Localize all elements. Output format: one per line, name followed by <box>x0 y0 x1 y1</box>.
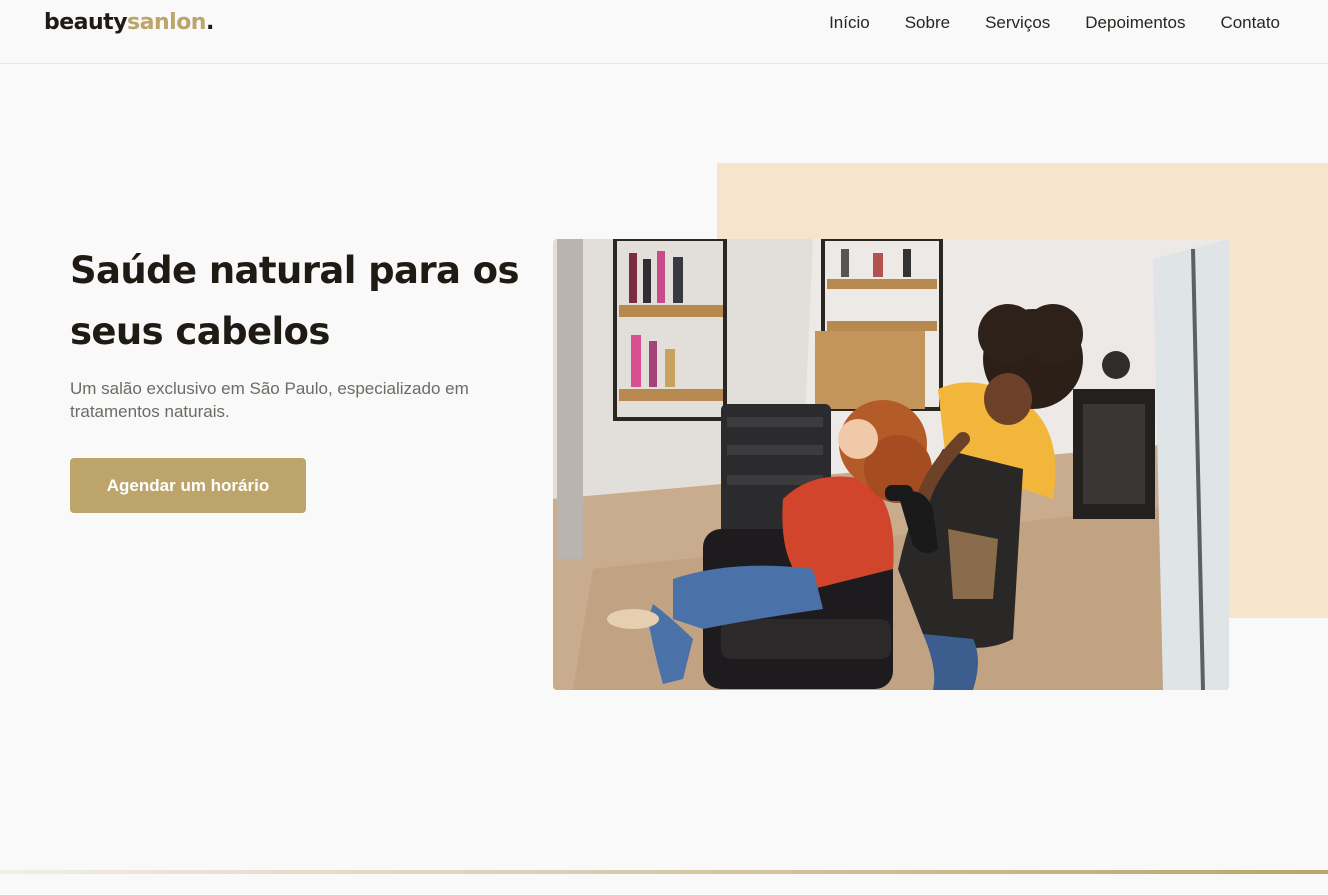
brand-name-part1: beauty <box>44 10 128 35</box>
salon-photo <box>553 239 1229 690</box>
hero-subtitle: Um salão exclusivo em São Paulo, especia… <box>70 379 469 421</box>
brand-name-part2: sanlon <box>127 10 206 35</box>
nav-item-servicos[interactable]: Serviços <box>985 11 1050 35</box>
schedule-appointment-button[interactable]: Agendar um horário <box>70 458 306 513</box>
nav-item-sobre[interactable]: Sobre <box>905 11 950 35</box>
section-divider <box>0 870 1328 874</box>
brand-name-dot: . <box>205 10 214 35</box>
nav-item-inicio[interactable]: Início <box>829 11 870 35</box>
main-nav: Início Sobre Serviços Depoimentos Contat… <box>829 11 1280 35</box>
nav-item-contato[interactable]: Contato <box>1220 11 1280 35</box>
nav-item-depoimentos[interactable]: Depoimentos <box>1085 11 1185 35</box>
site-header: beautysanlon. Início Sobre Serviços Depo… <box>0 0 1328 64</box>
hero-title: Saúde natural para os seus cabelos <box>70 249 520 353</box>
brand-logo[interactable]: beautysanlon. <box>44 9 214 37</box>
